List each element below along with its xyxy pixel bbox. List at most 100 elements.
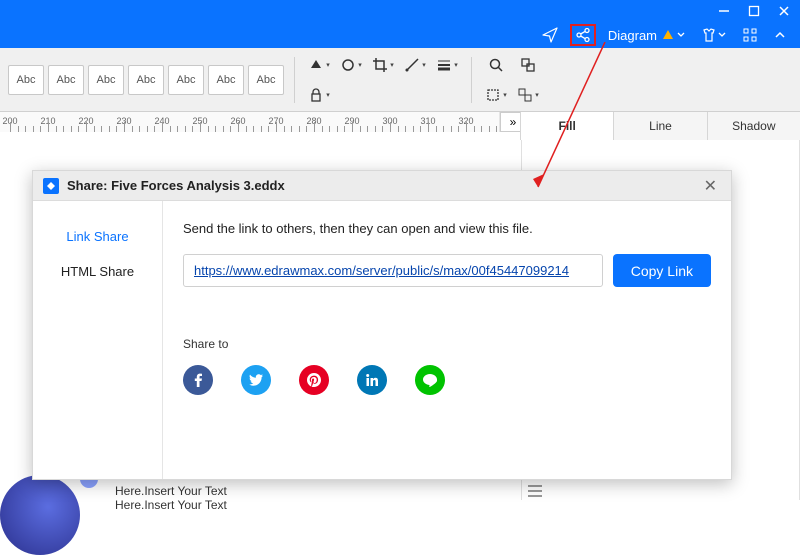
- ruler-tick: [86, 122, 87, 132]
- sidebar-item-html-share[interactable]: HTML Share: [33, 254, 162, 289]
- ruler-tick: [238, 122, 239, 132]
- ruler-tick-minor: [458, 126, 459, 132]
- replace-icon[interactable]: [514, 53, 542, 77]
- ruler-tick-minor: [299, 126, 300, 132]
- dialog-main: Send the link to others, then they can o…: [163, 201, 731, 479]
- apps-icon[interactable]: [738, 24, 762, 46]
- share-to-label: Share to: [183, 337, 711, 351]
- share-icon[interactable]: [570, 24, 596, 46]
- ruler-tick-minor: [132, 126, 133, 132]
- canvas-shape-circle[interactable]: [0, 475, 80, 555]
- ruler-tick: [276, 122, 277, 132]
- share-description: Send the link to others, then they can o…: [183, 221, 711, 236]
- window-titlebar: [0, 0, 800, 22]
- tab-shadow[interactable]: Shadow: [707, 112, 800, 140]
- dialog-sidebar: Link Share HTML Share: [33, 201, 163, 479]
- ruler-tick-minor: [215, 126, 216, 132]
- ruler-tick-minor: [496, 126, 497, 132]
- ribbon-toolbar: Abc Abc Abc Abc Abc Abc Abc ▾ ▾ ▾ ▾ ▾ ▾ …: [0, 48, 800, 112]
- ruler-tick: [10, 122, 11, 132]
- ruler-tick-minor: [322, 126, 323, 132]
- ruler-tick-minor: [101, 126, 102, 132]
- ruler-tick: [466, 122, 467, 132]
- share-url-field[interactable]: https://www.edrawmax.com/server/public/s…: [183, 254, 603, 287]
- dialog-body: Link Share HTML Share Send the link to o…: [33, 201, 731, 479]
- ruler-tick-minor: [291, 126, 292, 132]
- crop-tool-icon[interactable]: ▾: [369, 53, 397, 77]
- ruler-tick-minor: [489, 126, 490, 132]
- ruler-tick-minor: [208, 126, 209, 132]
- ruler-tick-minor: [344, 126, 345, 132]
- ruler-tick-minor: [420, 126, 421, 132]
- twitter-icon[interactable]: [241, 365, 271, 395]
- copy-link-button[interactable]: Copy Link: [613, 254, 711, 287]
- share-dialog: Share: Five Forces Analysis 3.eddx ✕ Lin…: [32, 170, 732, 480]
- search-icon[interactable]: [482, 53, 510, 77]
- ruler-tick-minor: [329, 126, 330, 132]
- close-button[interactable]: [778, 5, 790, 17]
- toolbar-separator: [294, 57, 295, 103]
- pinterest-icon[interactable]: [299, 365, 329, 395]
- app-menubar: Diagram: [0, 22, 800, 48]
- style-swatch[interactable]: Abc: [248, 65, 284, 95]
- ruler-tick-minor: [398, 126, 399, 132]
- fill-tool-icon[interactable]: ▾: [305, 53, 333, 77]
- shirt-icon[interactable]: [697, 24, 730, 46]
- ruler-tick: [390, 122, 391, 132]
- linkedin-icon[interactable]: [357, 365, 387, 395]
- ruler-tick-minor: [170, 126, 171, 132]
- ruler-tick: [162, 122, 163, 132]
- ruler-tick: [352, 122, 353, 132]
- ruler-tick-minor: [147, 126, 148, 132]
- style-swatch[interactable]: Abc: [128, 65, 164, 95]
- collapse-ribbon-icon[interactable]: [770, 24, 790, 46]
- ruler-tick-minor: [78, 126, 79, 132]
- panel-grip-icon[interactable]: [528, 485, 542, 497]
- ruler-tick-minor: [154, 126, 155, 132]
- maximize-button[interactable]: [748, 5, 760, 17]
- style-swatch[interactable]: Abc: [168, 65, 204, 95]
- sidebar-item-link-share[interactable]: Link Share: [33, 219, 162, 254]
- ruler-tick-minor: [375, 126, 376, 132]
- tab-fill[interactable]: Fill: [520, 112, 613, 140]
- select-icon[interactable]: ▾: [482, 83, 510, 107]
- ruler-tick-minor: [56, 126, 57, 132]
- facebook-icon[interactable]: [183, 365, 213, 395]
- toolbar-separator: [471, 57, 472, 103]
- ruler-tick-minor: [261, 126, 262, 132]
- ruler-tick-minor: [481, 126, 482, 132]
- ruler-tick-minor: [413, 126, 414, 132]
- ruler-tick-minor: [63, 126, 64, 132]
- ruler-tick-minor: [177, 126, 178, 132]
- style-swatch[interactable]: Abc: [8, 65, 44, 95]
- lock-tool-icon[interactable]: ▾: [305, 83, 333, 107]
- app-logo-icon: [43, 178, 59, 194]
- ruler-tick-minor: [71, 126, 72, 132]
- shadow-tool-icon[interactable]: ▾: [337, 53, 365, 77]
- style-swatch[interactable]: Abc: [88, 65, 124, 95]
- canvas-text-placeholder[interactable]: Here.Insert Your Text Here.Insert Your T…: [115, 484, 227, 513]
- ruler-tick-minor: [360, 126, 361, 132]
- line-chat-icon[interactable]: [415, 365, 445, 395]
- minimize-button[interactable]: [718, 5, 730, 17]
- ruler-tick-minor: [230, 126, 231, 132]
- style-swatch[interactable]: Abc: [48, 65, 84, 95]
- ruler-tick-minor: [253, 126, 254, 132]
- send-icon[interactable]: [538, 24, 562, 46]
- format-panel-tabs: Fill Line Shadow: [520, 112, 800, 140]
- dialog-title: Share: Five Forces Analysis 3.eddx: [67, 178, 285, 193]
- line-style-icon[interactable]: ▾: [433, 53, 461, 77]
- style-swatch[interactable]: Abc: [208, 65, 244, 95]
- diagram-menu[interactable]: Diagram: [604, 24, 689, 46]
- ruler-tick-minor: [18, 126, 19, 132]
- group-icon[interactable]: ▾: [514, 83, 542, 107]
- line-tool-icon[interactable]: ▾: [401, 53, 429, 77]
- ruler-tick-minor: [337, 126, 338, 132]
- ruler-tick-minor: [94, 126, 95, 132]
- shape-styles-gallery[interactable]: Abc Abc Abc Abc Abc Abc Abc: [8, 65, 284, 95]
- dialog-close-button[interactable]: ✕: [700, 176, 721, 196]
- ruler-tick-minor: [25, 126, 26, 132]
- ruler-tick-minor: [443, 126, 444, 132]
- tab-line[interactable]: Line: [613, 112, 706, 140]
- ruler-tick-minor: [306, 126, 307, 132]
